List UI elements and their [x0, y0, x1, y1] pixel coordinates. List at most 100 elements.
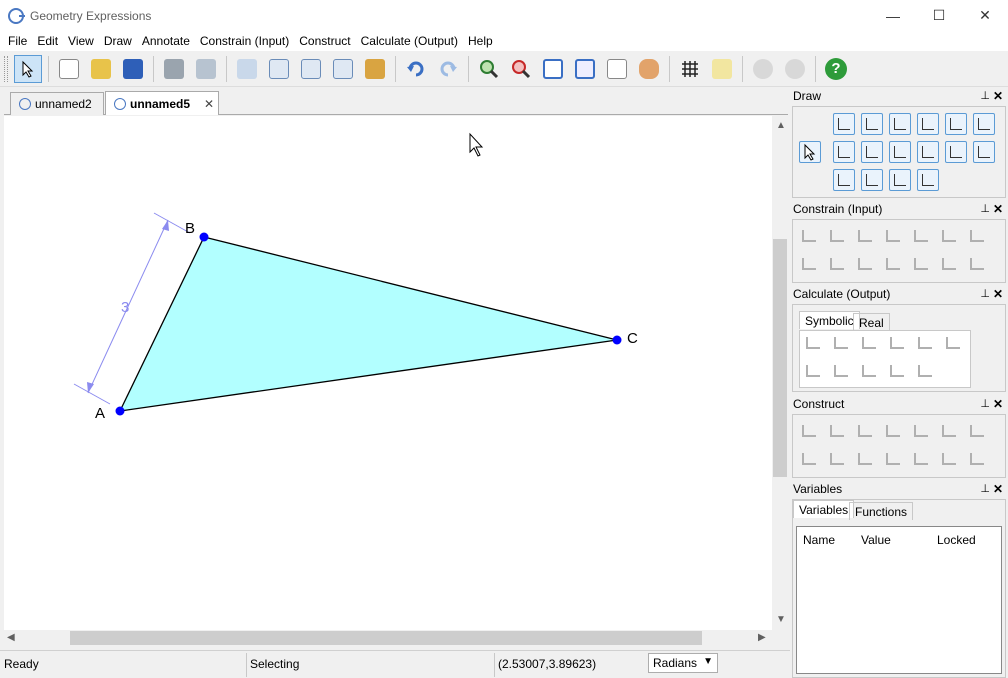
redo-button[interactable] [434, 55, 462, 83]
scroll-down-icon[interactable]: ▼ [776, 614, 786, 625]
toolbar-grip[interactable] [4, 55, 8, 82]
panel-close-icon[interactable]: ✕ [993, 88, 1003, 105]
zoom-out-button[interactable] [507, 55, 535, 83]
cut-button[interactable] [233, 55, 261, 83]
scroll-up-icon[interactable]: ▲ [776, 120, 786, 131]
settings-button[interactable] [749, 55, 777, 83]
draw-tool-15[interactable] [917, 169, 939, 191]
constrain-tool-3[interactable] [883, 226, 905, 248]
angle-unit-select[interactable]: Radians ▼ [648, 653, 718, 673]
draw-tool-14[interactable] [889, 169, 911, 191]
scroll-left-icon[interactable]: ◀ [7, 632, 15, 643]
point-c[interactable] [612, 335, 622, 345]
draw-tool-5[interactable] [973, 113, 995, 135]
menu-draw[interactable]: Draw [99, 31, 137, 51]
horizontal-scroll-thumb[interactable] [70, 631, 702, 645]
panel-close-icon[interactable]: ✕ [993, 201, 1003, 218]
tab-unnamed5[interactable]: unnamed5 ✕ [105, 91, 219, 115]
column-header-locked[interactable]: Locked [937, 533, 976, 547]
vertical-scroll-thumb[interactable] [773, 239, 787, 477]
construct-tool-4[interactable] [911, 421, 933, 443]
triangle-polygon[interactable] [118, 236, 618, 412]
calculate-tool-5[interactable] [943, 333, 965, 355]
zoom-page-button[interactable] [603, 55, 631, 83]
construct-tool-12[interactable] [939, 449, 961, 471]
point-label-b[interactable]: B [185, 220, 195, 237]
draw-tool-7[interactable] [861, 141, 883, 163]
menu-annotate[interactable]: Annotate [137, 31, 195, 51]
panel-close-icon[interactable]: ✕ [993, 396, 1003, 413]
point-b[interactable] [199, 232, 209, 242]
copy-special-button[interactable] [297, 55, 325, 83]
construct-tool-2[interactable] [855, 421, 877, 443]
draw-tool-4[interactable] [945, 113, 967, 135]
point-label-a[interactable]: A [95, 405, 105, 422]
column-header-value[interactable]: Value [861, 533, 891, 547]
close-window-button[interactable]: ✕ [962, 0, 1008, 31]
construct-tool-13[interactable] [967, 449, 989, 471]
construct-tool-10[interactable] [883, 449, 905, 471]
menu-edit[interactable]: Edit [32, 31, 63, 51]
scroll-right-icon[interactable]: ▶ [758, 632, 766, 643]
zoom-fit-button[interactable] [539, 55, 567, 83]
draw-select-tool-button[interactable] [799, 141, 821, 163]
calculate-tool-1[interactable] [831, 333, 853, 355]
constrain-tool-9[interactable] [855, 254, 877, 276]
pin-icon[interactable]: ⊥ [980, 396, 990, 413]
tab-unnamed2[interactable]: unnamed2 [10, 92, 104, 115]
constrain-tool-13[interactable] [967, 254, 989, 276]
constrain-tool-8[interactable] [827, 254, 849, 276]
pin-icon[interactable]: ⊥ [980, 481, 990, 498]
save-button[interactable] [119, 55, 147, 83]
tab-symbolic[interactable]: Symbolic [799, 311, 860, 329]
draw-tool-11[interactable] [973, 141, 995, 163]
drawing-canvas[interactable]: 3 A B C [4, 116, 772, 630]
constrain-tool-5[interactable] [939, 226, 961, 248]
paste-button[interactable] [361, 55, 389, 83]
calculate-tool-4[interactable] [915, 333, 937, 355]
tab-real[interactable]: Real [853, 313, 890, 331]
menu-calculate[interactable]: Calculate (Output) [356, 31, 463, 51]
draw-tool-0[interactable] [833, 113, 855, 135]
copy-as-button[interactable] [329, 55, 357, 83]
print-preview-button[interactable] [192, 55, 220, 83]
horizontal-scrollbar[interactable]: ◀ ▶ [4, 630, 772, 646]
construct-tool-0[interactable] [799, 421, 821, 443]
construct-tool-8[interactable] [827, 449, 849, 471]
help-button[interactable]: ? [822, 55, 850, 83]
calculate-tool-0[interactable] [803, 333, 825, 355]
select-tool-button[interactable] [14, 54, 42, 83]
options-button[interactable] [781, 55, 809, 83]
tab-variables[interactable]: Variables [793, 500, 855, 518]
calculate-tool-10[interactable] [915, 361, 937, 383]
calculate-tool-9[interactable] [887, 361, 909, 383]
constrain-tool-11[interactable] [911, 254, 933, 276]
calculate-tool-2[interactable] [859, 333, 881, 355]
constrain-tool-10[interactable] [883, 254, 905, 276]
point-label-c[interactable]: C [627, 330, 638, 347]
zoom-window-button[interactable] [571, 55, 599, 83]
draw-tool-8[interactable] [889, 141, 911, 163]
minimize-button[interactable]: — [870, 0, 916, 31]
constrain-tool-12[interactable] [939, 254, 961, 276]
drawing-svg[interactable]: 3 A B C [4, 116, 772, 630]
dimension-label[interactable]: 3 [121, 299, 129, 316]
tab-functions[interactable]: Functions [849, 502, 914, 520]
construct-tool-3[interactable] [883, 421, 905, 443]
pin-icon[interactable]: ⊥ [980, 286, 990, 303]
maximize-button[interactable]: ☐ [916, 0, 962, 31]
construct-tool-6[interactable] [967, 421, 989, 443]
constrain-tool-4[interactable] [911, 226, 933, 248]
new-file-button[interactable] [55, 55, 83, 83]
construct-tool-9[interactable] [855, 449, 877, 471]
draw-tool-10[interactable] [945, 141, 967, 163]
point-a[interactable] [115, 406, 125, 416]
calculate-tool-7[interactable] [831, 361, 853, 383]
menu-file[interactable]: File [3, 31, 32, 51]
calculate-tool-8[interactable] [859, 361, 881, 383]
constrain-tool-7[interactable] [799, 254, 821, 276]
construct-tool-11[interactable] [911, 449, 933, 471]
pan-button[interactable] [635, 55, 663, 83]
panel-close-icon[interactable]: ✕ [993, 481, 1003, 498]
menu-construct[interactable]: Construct [294, 31, 355, 51]
